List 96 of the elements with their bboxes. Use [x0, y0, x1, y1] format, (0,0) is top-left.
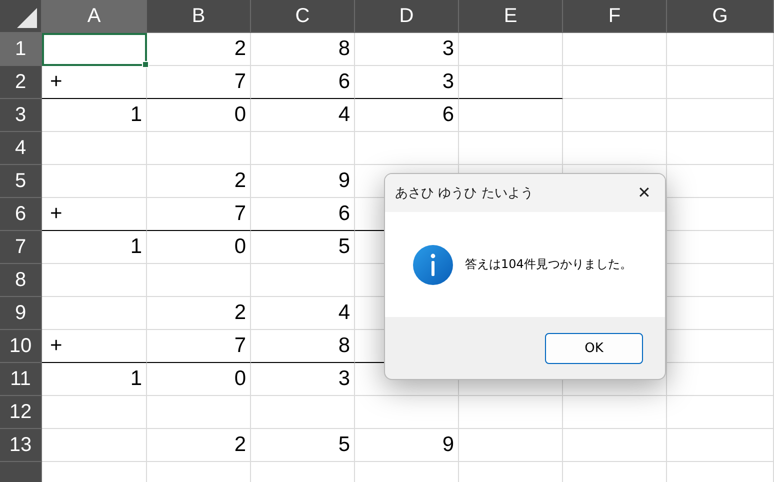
table-cell[interactable]: 9	[355, 429, 459, 462]
table-cell[interactable]: 6	[355, 99, 459, 132]
table-cell[interactable]	[667, 363, 774, 396]
ok-button[interactable]: OK	[545, 332, 643, 364]
row-header[interactable]: 10	[0, 330, 42, 363]
table-cell[interactable]: 5	[251, 429, 355, 462]
table-cell[interactable]: 1	[42, 363, 147, 396]
table-cell[interactable]	[251, 132, 355, 165]
column-header[interactable]: C	[251, 0, 355, 33]
table-cell[interactable]	[355, 132, 459, 165]
table-cell[interactable]	[563, 33, 667, 66]
table-cell[interactable]	[563, 132, 667, 165]
row-header[interactable]: 6	[0, 198, 42, 231]
table-cell[interactable]	[147, 132, 251, 165]
table-cell[interactable]	[667, 297, 774, 330]
table-cell[interactable]	[667, 132, 774, 165]
table-cell[interactable]	[42, 33, 147, 66]
table-cell[interactable]	[667, 429, 774, 462]
table-cell[interactable]: 6	[251, 66, 355, 99]
dialog-title: あさひ ゆうひ たいよう	[395, 185, 534, 202]
row-header[interactable]: 5	[0, 165, 42, 198]
table-cell[interactable]: 9	[251, 165, 355, 198]
table-cell[interactable]: +	[42, 198, 147, 231]
table-cell[interactable]	[667, 396, 774, 429]
row-header[interactable]: 4	[0, 132, 42, 165]
table-cell[interactable]	[459, 99, 563, 132]
table-cell[interactable]	[563, 66, 667, 99]
table-cell[interactable]: +	[42, 66, 147, 99]
table-cell[interactable]: 2	[147, 297, 251, 330]
table-cell[interactable]: 7	[147, 330, 251, 363]
row-header[interactable]: 2	[0, 66, 42, 99]
table-cell[interactable]: 0	[147, 99, 251, 132]
row-header[interactable]: 7	[0, 231, 42, 264]
table-cell[interactable]	[42, 429, 147, 462]
column-header[interactable]: B	[147, 0, 251, 33]
table-cell[interactable]: 3	[251, 363, 355, 396]
table-cell[interactable]: 4	[251, 99, 355, 132]
table-cell[interactable]	[42, 165, 147, 198]
column-header[interactable]: A	[42, 0, 147, 33]
column-header[interactable]: G	[667, 0, 774, 33]
table-cell[interactable]: 3	[355, 66, 459, 99]
table-cell[interactable]: 2	[147, 33, 251, 66]
table-cell[interactable]: +	[42, 330, 147, 363]
table-cell[interactable]	[251, 264, 355, 297]
table-cell[interactable]: 0	[147, 231, 251, 264]
table-cell[interactable]: 0	[147, 363, 251, 396]
table-cell[interactable]	[563, 99, 667, 132]
row-header[interactable]: 1	[0, 33, 42, 66]
table-cell[interactable]: 7	[147, 66, 251, 99]
fill-handle[interactable]	[142, 61, 149, 68]
table-cell[interactable]	[667, 264, 774, 297]
row-header[interactable]: 8	[0, 264, 42, 297]
table-cell[interactable]	[42, 396, 147, 429]
message-text: 答えは104件見つかりました。	[465, 256, 632, 273]
table-cell[interactable]: 2	[147, 165, 251, 198]
table-cell[interactable]: 8	[251, 33, 355, 66]
table-cell[interactable]	[42, 297, 147, 330]
column-header[interactable]: D	[355, 0, 459, 33]
table-cell[interactable]	[355, 396, 459, 429]
row-header[interactable]: 11	[0, 363, 42, 396]
table-cell[interactable]: 8	[251, 330, 355, 363]
table-cell[interactable]	[667, 33, 774, 66]
table-cell[interactable]	[667, 99, 774, 132]
table-cell[interactable]: 7	[147, 198, 251, 231]
table-cell[interactable]	[42, 264, 147, 297]
table-cell[interactable]	[667, 231, 774, 264]
table-cell[interactable]: 2	[147, 429, 251, 462]
table-cell[interactable]: 4	[251, 297, 355, 330]
table-cell[interactable]	[667, 198, 774, 231]
table-cell[interactable]	[667, 330, 774, 363]
close-button[interactable]: ✕	[629, 179, 659, 207]
table-cell[interactable]: 5	[251, 231, 355, 264]
column-header[interactable]: F	[563, 0, 667, 33]
row-header[interactable]: 13	[0, 429, 42, 462]
column-header[interactable]: E	[459, 0, 563, 33]
table-cell[interactable]	[251, 396, 355, 429]
table-cell[interactable]	[459, 429, 563, 462]
table-cell[interactable]	[459, 132, 563, 165]
table-cell[interactable]	[42, 132, 147, 165]
table-cell[interactable]: 3	[355, 33, 459, 66]
table-cell[interactable]	[147, 264, 251, 297]
table-cell[interactable]: 1	[42, 99, 147, 132]
table-cell[interactable]	[459, 66, 563, 99]
table-cell[interactable]: 1	[42, 231, 147, 264]
table-cell[interactable]	[147, 396, 251, 429]
table-cell[interactable]	[563, 396, 667, 429]
table-cell[interactable]: 6	[251, 198, 355, 231]
info-icon	[413, 244, 453, 284]
table-cell[interactable]	[459, 33, 563, 66]
table-cell[interactable]	[667, 165, 774, 198]
table-cell[interactable]	[667, 66, 774, 99]
row-header[interactable]: 9	[0, 297, 42, 330]
table-cell[interactable]	[563, 429, 667, 462]
row-header[interactable]: 12	[0, 396, 42, 429]
table-cell[interactable]	[459, 396, 563, 429]
row-header[interactable]: 3	[0, 99, 42, 132]
